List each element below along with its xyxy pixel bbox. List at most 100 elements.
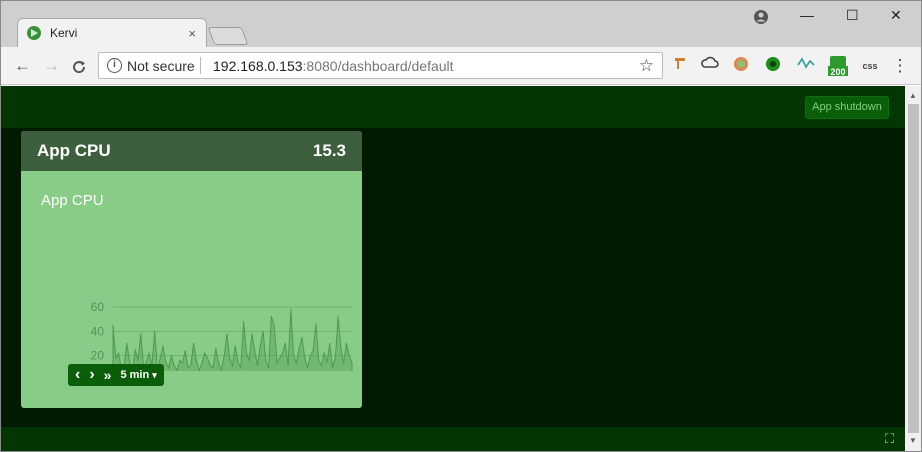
next-button[interactable]: › [89, 366, 94, 384]
data-point [159, 357, 161, 359]
data-point [179, 359, 181, 362]
data-point [334, 357, 336, 359]
url-path: :8080/dashboard/default [302, 58, 454, 74]
minimize-button[interactable]: — [800, 7, 814, 23]
kervi-dashboard: App shutdown App CPU 15.3 App CPU 020406… [1, 86, 905, 451]
data-point [201, 362, 203, 364]
data-point [115, 357, 117, 359]
chart-time-controls: ‹ › » 5 min ▾ [68, 364, 164, 386]
data-point [251, 333, 253, 335]
data-point [348, 355, 350, 357]
green-dot-icon[interactable] [763, 56, 783, 76]
data-point [168, 367, 170, 369]
cpu-area-series [112, 309, 353, 371]
data-point [234, 345, 236, 347]
back-button[interactable]: ← [14, 56, 31, 76]
data-point [268, 367, 270, 369]
tab-title: Kervi [50, 26, 78, 40]
y-tick-label: 60 [91, 300, 105, 314]
scroll-up-arrow-icon[interactable]: ▲ [909, 91, 917, 100]
data-point [343, 362, 345, 364]
close-window-button[interactable]: ✕ [890, 7, 902, 24]
data-point [226, 333, 228, 335]
data-point [293, 355, 295, 357]
cpu-card: App CPU 15.3 App CPU 020406014:20:0014:2… [21, 131, 362, 408]
data-point [137, 359, 139, 362]
menu-dots-icon[interactable]: ⋮ [890, 56, 910, 76]
data-point [318, 359, 320, 362]
account-icon[interactable] [753, 9, 769, 25]
browser-toolbar: ← → i Not secure 192.168.0.153:8080/dash… [1, 47, 921, 85]
data-point [273, 324, 275, 326]
data-point [287, 364, 289, 366]
data-point [145, 361, 147, 363]
data-point [290, 308, 292, 310]
css-icon[interactable]: css [860, 56, 880, 76]
maximize-button[interactable]: ☐ [846, 7, 859, 24]
data-point [181, 362, 184, 364]
card-title: App CPU [37, 141, 111, 160]
fast-forward-button[interactable]: » [104, 367, 112, 383]
new-tab-button[interactable] [207, 27, 249, 45]
caret-down-icon: ▾ [152, 370, 157, 380]
data-point [243, 321, 245, 323]
data-point [220, 369, 222, 371]
tab-close-icon[interactable]: × [188, 26, 196, 41]
data-point [140, 333, 142, 335]
browser-window: Kervi × — ☐ ✕ ← → i Not secure 192.168.0… [0, 0, 922, 452]
info-icon[interactable]: i [107, 58, 122, 73]
data-point [126, 342, 128, 345]
kervi-favicon-icon [27, 26, 41, 40]
data-point [162, 345, 164, 347]
data-point [256, 364, 259, 366]
data-point [165, 361, 167, 363]
data-point [312, 350, 314, 352]
cpu-card-header: App CPU 15.3 [21, 131, 362, 171]
data-point [331, 367, 334, 369]
data-point [284, 342, 286, 345]
data-point [134, 349, 136, 351]
data-point [176, 369, 178, 371]
wave-icon[interactable] [796, 56, 816, 76]
data-point [337, 316, 339, 318]
pin-icon[interactable] [670, 56, 690, 76]
data-point [229, 357, 231, 359]
bookmark-star-icon[interactable]: ☆ [639, 56, 654, 76]
data-point [154, 330, 156, 332]
data-point [240, 367, 242, 369]
data-point [198, 369, 200, 371]
data-point [259, 345, 261, 347]
data-point [212, 367, 214, 369]
omnibox-divider [200, 57, 201, 74]
title-bar: Kervi × — ☐ ✕ [1, 1, 921, 47]
data-point [315, 323, 317, 325]
data-point [281, 352, 284, 354]
prev-button[interactable]: ‹ [75, 366, 80, 384]
data-point [270, 316, 272, 318]
scroll-thumb[interactable] [908, 104, 919, 433]
url-text[interactable]: 192.168.0.153:8080/dashboard/default [213, 58, 454, 74]
tab-kervi[interactable]: Kervi × [17, 18, 207, 47]
reload-icon[interactable] [71, 59, 87, 75]
data-point [209, 364, 211, 366]
app-shutdown-button[interactable]: App shutdown [805, 96, 889, 119]
data-point [206, 357, 209, 359]
cpu-chart: 020406014:20:0014:21:0014:22:0014:23:001… [91, 300, 353, 371]
fullscreen-icon[interactable]: ⛶ [885, 431, 900, 446]
data-point [170, 355, 172, 357]
data-point [345, 342, 347, 345]
badge-text: 200 [830, 67, 846, 77]
data-point [323, 352, 325, 354]
badge-200-icon[interactable]: 200 [827, 56, 849, 77]
page-scrollbar[interactable]: ▲ ▼ [905, 86, 921, 451]
data-point [237, 362, 239, 364]
range-label: 5 min [120, 369, 150, 381]
scroll-down-arrow-icon[interactable]: ▼ [909, 436, 917, 445]
cloud-icon[interactable] [700, 56, 720, 76]
data-point [223, 355, 225, 357]
data-point [193, 342, 195, 345]
forward-button[interactable]: → [43, 56, 60, 76]
range-dropdown[interactable]: 5 min ▾ [120, 369, 156, 381]
orange-circle-icon[interactable] [731, 56, 751, 76]
address-bar[interactable]: i Not secure 192.168.0.153:8080/dashboar… [98, 52, 663, 79]
